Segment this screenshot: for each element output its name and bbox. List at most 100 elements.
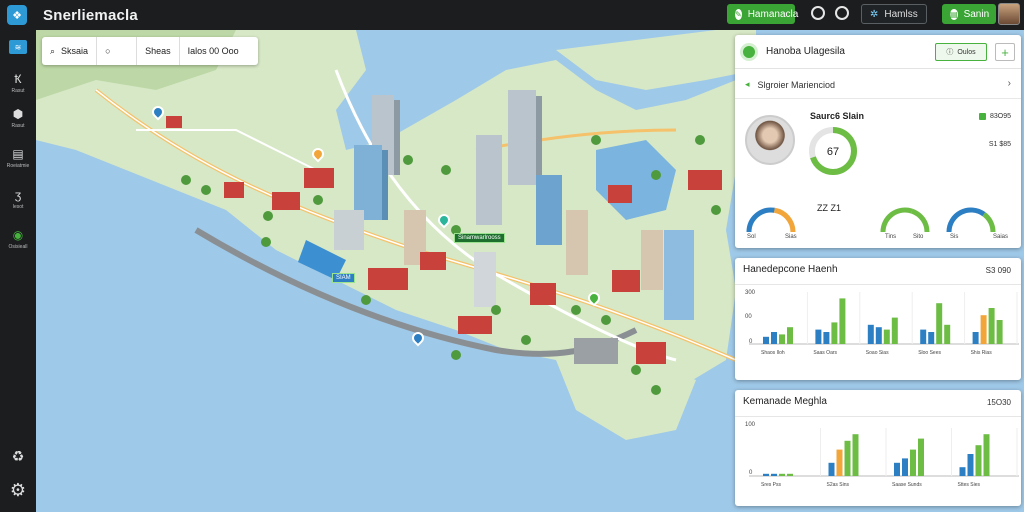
refresh-icon[interactable] (811, 6, 825, 20)
progress-donut: 67 (809, 127, 857, 175)
profile-subheader[interactable]: ◂ Slgroier Marienciod › (735, 71, 1021, 99)
person-name: Saurc6 Slain (810, 111, 865, 121)
add-button[interactable]: + (995, 43, 1015, 61)
target-icon: ◉ (12, 228, 24, 242)
gauge-label: Sito (913, 234, 924, 240)
stat-value: 83O95 (989, 113, 1011, 120)
layers-icon: ≋ (9, 40, 27, 54)
primary-action-label: Hamanacla (747, 8, 799, 20)
stat-row: 83O95 (978, 113, 1011, 120)
rail-label: Osisieall (8, 244, 28, 250)
options-button[interactable]: ⓘ Oulos (935, 43, 987, 61)
bar (763, 336, 769, 344)
bar (980, 315, 987, 344)
bar (975, 445, 982, 476)
bar (844, 440, 851, 476)
bar (787, 473, 793, 476)
rail-label: Iesot (12, 204, 24, 210)
gauge-accent (910, 208, 930, 233)
bar (988, 308, 995, 344)
rail-item-home[interactable]: ≋ (0, 40, 36, 54)
rail-item-3d[interactable]: ӡ Iesot (0, 188, 36, 210)
app-logo-icon[interactable]: ❖ (7, 5, 27, 25)
gauge-fill (880, 207, 913, 233)
gear-icon[interactable]: ⚙ (0, 480, 36, 501)
bar (959, 467, 966, 476)
category-label: Sloo Sees (918, 350, 941, 356)
bar (867, 324, 874, 344)
app-title: Snerliemacla (43, 6, 138, 24)
category-label: Sttes Sies (957, 482, 981, 488)
bar (972, 332, 979, 344)
user-avatar[interactable] (998, 3, 1020, 25)
bar (910, 449, 916, 476)
map-label-chip[interactable]: SIAM (332, 273, 355, 283)
leaf-icon: ✎ (735, 8, 742, 20)
bar (839, 298, 846, 344)
sparkle-icon: ✲ (870, 8, 879, 20)
profile-card-title: Hanoba Ulagesila (766, 46, 845, 57)
search-segment[interactable]: ⌕ Sksaia (42, 37, 98, 65)
category-label: Sres Pss (761, 482, 782, 488)
category-label: Saas Oars (813, 350, 838, 356)
person-avatar (745, 115, 795, 165)
bar (771, 332, 777, 344)
filter-segment[interactable]: ○ (97, 37, 138, 65)
info-icon: ⓘ (946, 49, 954, 56)
category-label: S2as Sins (826, 482, 850, 488)
report-icon: ▤ (12, 147, 24, 161)
clock-icon[interactable] (835, 6, 849, 20)
status-icon (740, 42, 758, 61)
bar (787, 327, 793, 344)
category-label: Soao Sias (865, 350, 889, 356)
bar (891, 317, 898, 344)
bar (936, 303, 943, 344)
secondary-action-button[interactable]: ✲ Hamlss (861, 4, 927, 24)
third-action-button[interactable]: ▤ Sanin (942, 4, 996, 24)
gauge-accent (773, 207, 796, 233)
chevron-right-icon[interactable]: › (1008, 78, 1011, 89)
rail-label: Rasut (11, 123, 25, 129)
bar (944, 324, 951, 344)
bar (875, 327, 882, 344)
stat-value: S1 $85 (988, 141, 1011, 148)
gauge-fill (946, 207, 986, 233)
bar (828, 462, 835, 476)
layer-segment[interactable]: Sheas (137, 37, 180, 65)
bar (918, 438, 924, 476)
date-segment-label: Ialos 00 Ooo (187, 46, 239, 56)
map-label-chip[interactable]: Sinamwarlrooss (454, 233, 505, 243)
rail-item-routes[interactable]: Ҟ Rasut (0, 72, 36, 94)
rail-item-reports[interactable]: ▤ Roeiatmie (0, 147, 36, 169)
circle-icon: ○ (105, 46, 111, 56)
stat-row: S1 $85 (989, 141, 1011, 148)
hexagon-icon: ⬢ (12, 107, 24, 121)
gauge-label: Saias (993, 234, 1009, 240)
secondary-action-label: Hamlss (884, 8, 918, 20)
bar (983, 434, 990, 476)
left-rail: ≋ Ҟ Rasut ⬢ Rasut ▤ Roeiatmie ӡ Iesot ◉ … (0, 30, 36, 512)
bar (852, 434, 859, 476)
rail-item-status[interactable]: ◉ Osisieall (0, 228, 36, 250)
bar (883, 329, 890, 344)
options-button-label: Oulos (957, 48, 976, 56)
bar (902, 458, 908, 476)
gauge-fill (746, 207, 775, 233)
rail-item-assets[interactable]: ⬢ Rasut (0, 107, 36, 129)
network-icon: Ҟ (14, 72, 22, 86)
gauge-label: Sol (747, 234, 756, 240)
gauge-label: Sis (950, 234, 959, 240)
gauge-label: Tins (885, 234, 897, 240)
bar (815, 329, 822, 344)
recycle-icon[interactable]: ♻ (0, 448, 36, 465)
app-root: ❖ Snerliemacla ✎ Hamanacla ✲ Hamlss ▤ Sa… (0, 0, 1024, 512)
bar-chart-card-1: Hanedepcone Haenh S3 090 300 00 0 Shaos … (735, 258, 1021, 380)
bar (928, 332, 935, 344)
bar (779, 334, 785, 344)
category-label: Shis Rias (970, 350, 992, 356)
bar (920, 329, 927, 344)
document-icon: ▤ (950, 8, 958, 20)
date-segment[interactable]: Ialos 00 Ooo (180, 37, 247, 65)
primary-action-button[interactable]: ✎ Hamanacla (727, 4, 798, 24)
map-search-card[interactable]: ⌕ Sksaia ○ Sheas Ialos 00 Ooo (42, 37, 258, 65)
